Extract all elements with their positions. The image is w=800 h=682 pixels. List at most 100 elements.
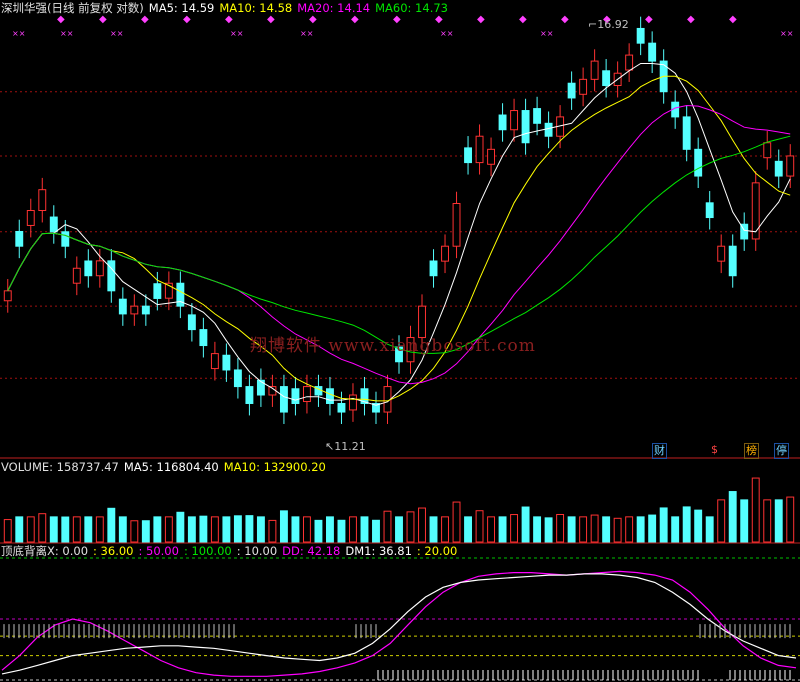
marker-cross: ×× [300,29,313,38]
candle-body [349,394,357,411]
volume-bar [429,516,438,543]
volume-bar [648,514,657,543]
candle-body [487,148,496,165]
volume-bar [590,514,599,543]
volume-bar [763,499,772,543]
marker-diamond: ◆ [393,14,401,25]
candle-body [521,110,530,144]
volume-bar [452,501,461,543]
volume-bar [26,516,35,543]
volume-bar [498,516,507,543]
candle-body [210,353,219,370]
volume-bar [383,510,392,543]
candle-body [245,386,254,404]
candle-body [130,305,139,315]
marker-cross: ×× [540,29,553,38]
marker-diamond: ◆ [351,14,359,25]
candle-body [717,245,726,262]
volume-bar [521,506,530,543]
candle-body [705,202,714,219]
marker-diamond: ◆ [141,14,149,25]
candle-body [15,230,24,247]
volume-bar [3,519,12,543]
badge-ting[interactable]: 停 [774,443,789,459]
volume-bar [487,516,496,543]
candle-body [187,314,196,331]
volume-bar [464,516,472,543]
volume-bar [187,516,196,543]
volume-bar [199,515,208,543]
volume-bar [268,519,277,543]
candle-body [728,245,737,277]
volume-bar [326,516,334,543]
volume-bar [107,507,116,543]
volume-bar [740,499,749,543]
volume-bar [233,515,242,543]
marker-cross: ×× [440,29,453,38]
volume-bar [153,516,162,543]
low-annotation: ↖11.21 [325,440,366,453]
candle-body [337,402,346,413]
volume-bar [72,516,81,543]
marker-diamond: ◆ [183,14,191,25]
volume-bar [475,510,484,543]
candle-body [302,386,311,403]
marker-cross: ×× [780,29,793,38]
volume-bar [141,520,150,543]
marker-diamond: ◆ [309,14,317,25]
volume-bar [222,516,231,543]
candle-body [763,142,772,159]
volume-bar [61,516,70,543]
volume-bar [38,513,47,543]
volume-bar [579,516,588,543]
marker-cross: ×× [60,29,73,38]
badge-bang[interactable]: 榜 [744,443,759,459]
volume-bar [441,516,449,543]
volume-bar [349,516,357,543]
marker-diamond: ◆ [57,14,65,25]
candle-body [233,369,242,388]
marker-diamond: ◆ [267,14,275,25]
candle-body [153,283,162,299]
candle-body [533,108,542,124]
marker-diamond: ◆ [519,14,527,25]
stock-chart-window: { "header_main": { "title": "深圳华强(日线 前复权… [0,0,800,682]
marker-diamond: ◆ [435,14,443,25]
volume-bar [164,516,173,543]
candle-body [452,203,461,247]
candle-body [3,290,12,302]
ma60-line [7,135,791,354]
volume-bar [15,516,24,543]
volume-bar [751,477,760,543]
candle-body [648,42,657,62]
volume-bar [302,516,311,543]
volume-bar [360,516,369,543]
candle-body [579,78,588,95]
candle-body [475,135,484,164]
candle-body [291,388,300,404]
candle-body [567,82,576,99]
indicator-lines [1,570,797,680]
volume-bar [176,511,185,543]
marker-cross: ×× [110,29,123,38]
volume-bar [533,516,542,543]
candle-body [95,260,104,277]
volume-bar [602,516,611,543]
volume-bar [130,520,139,543]
marker-cross: ×× [12,29,25,38]
volume-bar [636,516,645,543]
volume-bar [705,516,714,543]
dd-line [1,570,797,677]
volume-bar [510,514,519,543]
volume-bar [314,519,323,543]
volume-bar [245,515,254,543]
candles [3,16,795,424]
volume-bar [95,516,104,543]
marker-diamond: ◆ [99,14,107,25]
badge-cai[interactable]: 财 [652,443,667,459]
low-label: 11.21 [334,440,366,453]
volume-bar [613,517,622,543]
high-annotation: ⌐16.92 [588,18,629,31]
candle-body [751,182,760,240]
badge-dollar[interactable]: $ [710,443,719,457]
